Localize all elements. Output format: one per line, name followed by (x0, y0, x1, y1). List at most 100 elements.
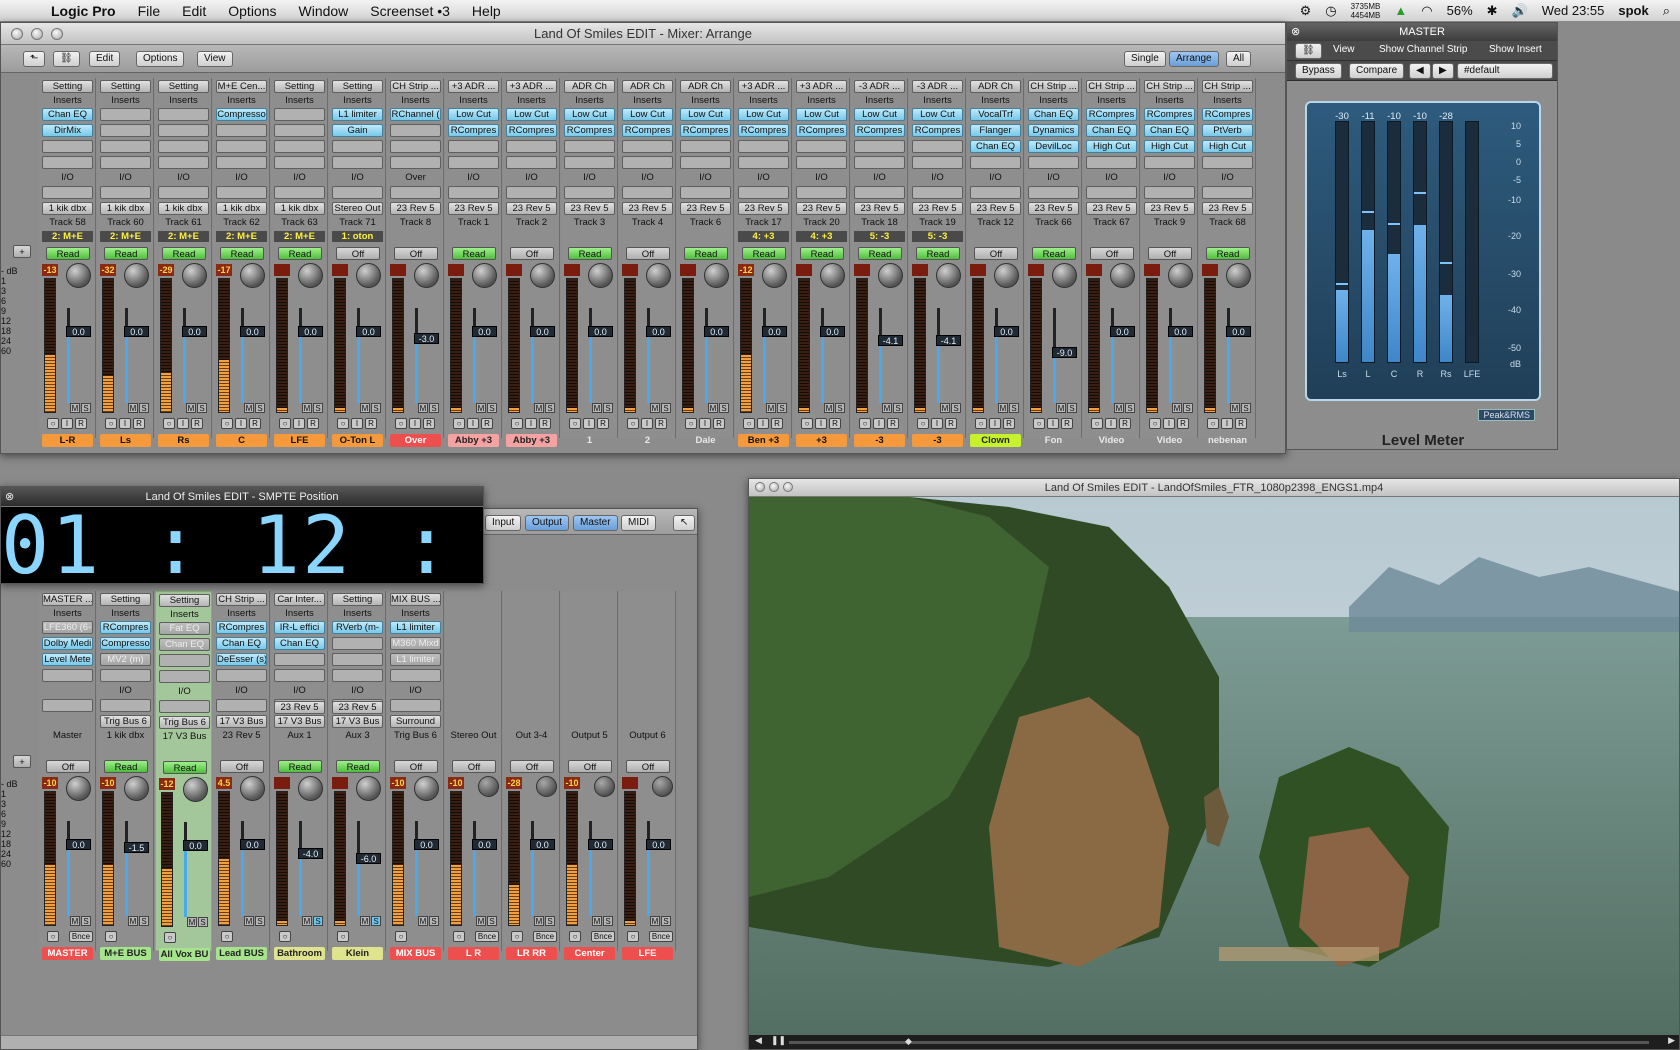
send-slot[interactable]: Trig Bus 6 (159, 716, 210, 729)
send-slot[interactable]: 23 Rev 5 (1144, 202, 1195, 215)
mute-button[interactable]: M (1230, 403, 1240, 413)
record-button[interactable]: R (191, 418, 203, 429)
group-label[interactable]: 4: +3 (796, 231, 847, 242)
pan-knob[interactable] (762, 263, 787, 288)
send-slot[interactable]: Trig Bus 6 (100, 715, 151, 728)
io-slot[interactable] (42, 186, 93, 199)
input-monitor-button[interactable]: ○ (569, 418, 581, 429)
automation-button[interactable]: Read (104, 247, 148, 260)
automation-button[interactable]: Off (336, 247, 380, 260)
peak-indicator[interactable]: -13 (42, 264, 58, 276)
setting-button[interactable]: Setting (274, 80, 325, 93)
mute-button[interactable]: M (592, 916, 602, 926)
insert-slot[interactable]: RVerb (m- (332, 621, 383, 634)
mute-button[interactable]: M (592, 403, 602, 413)
status-icon-1[interactable]: ⚙ (1300, 3, 1312, 19)
record-button[interactable]: R (829, 418, 841, 429)
mute-button[interactable]: M (186, 403, 196, 413)
send-slot[interactable]: 23 Rev 5 (506, 202, 557, 215)
group-label[interactable]: 2: M+E (100, 231, 151, 242)
track-name[interactable]: Abby +3 (448, 434, 499, 447)
volume-readout[interactable]: 0.0 (646, 839, 671, 850)
io-label[interactable]: I/O (503, 172, 560, 183)
record-enable-button[interactable]: I (119, 418, 131, 429)
track-name[interactable]: Klein (332, 947, 383, 960)
solo-button[interactable]: S (429, 403, 439, 413)
record-enable-button[interactable]: I (699, 418, 711, 429)
send-slot[interactable]: 17 V3 Bus (216, 715, 267, 728)
track-name[interactable]: Fon (1028, 434, 1079, 447)
io-slot[interactable] (274, 186, 325, 199)
pointer-tool-icon[interactable]: ↖ (673, 515, 696, 531)
bounce-button[interactable]: Bnce (591, 931, 615, 942)
record-button[interactable]: R (365, 418, 377, 429)
record-button[interactable]: R (655, 418, 667, 429)
video-close-button[interactable] (755, 482, 765, 492)
record-button[interactable]: R (713, 418, 725, 429)
record-enable-button[interactable]: I (641, 418, 653, 429)
automation-button[interactable]: Off (394, 247, 438, 260)
bluetooth-icon[interactable]: ✱ (1487, 3, 1498, 19)
setting-button[interactable]: -3 ADR ... (854, 80, 905, 93)
track-name[interactable]: Center (564, 947, 615, 960)
insert-slot[interactable]: L1 limiter (390, 653, 441, 666)
mute-button[interactable]: M (650, 403, 660, 413)
insert-slot[interactable]: Level Mete (42, 653, 93, 666)
mute-button[interactable]: M (476, 916, 486, 926)
insert-slot-empty[interactable] (506, 156, 557, 169)
setting-button[interactable]: CH Strip ... (216, 593, 267, 606)
video-pause-icon[interactable]: ❚❚ (771, 1035, 786, 1046)
track-name[interactable]: Video (1086, 434, 1137, 447)
io-slot[interactable] (680, 186, 731, 199)
wifi-icon[interactable]: ◠ (1421, 3, 1432, 19)
io-slot[interactable] (390, 699, 441, 712)
solo-button[interactable]: S (719, 403, 729, 413)
setting-button[interactable]: CH Strip ... (1086, 80, 1137, 93)
insert-slot[interactable]: Compresso (216, 108, 267, 121)
send-slot[interactable]: 1 kik dbx (216, 202, 267, 215)
insert-slot[interactable]: Low Cut (680, 108, 731, 121)
record-button[interactable]: R (945, 418, 957, 429)
record-enable-button[interactable]: I (467, 418, 479, 429)
input-monitor-button[interactable]: ○ (1091, 418, 1103, 429)
peak-indicator[interactable]: · (332, 264, 348, 276)
upload-icon[interactable]: ▲ (1394, 3, 1407, 18)
track-name[interactable]: L-R (42, 434, 93, 447)
mute-button[interactable]: M (187, 917, 197, 927)
peak-indicator[interactable]: · (506, 264, 522, 276)
group-label[interactable]: 4: +3 (738, 231, 789, 242)
menu-window[interactable]: Window (288, 3, 360, 19)
automation-button[interactable]: Read (916, 247, 960, 260)
setting-button[interactable]: M+E Cen... (216, 80, 267, 93)
group-label[interactable]: 2: M+E (158, 231, 209, 242)
insert-slot-empty[interactable] (158, 140, 209, 153)
io-slot[interactable] (1202, 186, 1253, 199)
peak-indicator[interactable]: 4.5 (216, 777, 232, 789)
insert-slot-empty[interactable] (216, 140, 267, 153)
track-name[interactable]: LFE (274, 434, 325, 447)
peak-indicator[interactable]: -10 (448, 777, 464, 789)
pan-knob[interactable] (124, 776, 149, 801)
pan-knob[interactable] (66, 263, 91, 288)
solo-button[interactable]: S (661, 916, 671, 926)
solo-button[interactable]: S (313, 403, 323, 413)
record-button[interactable]: R (771, 418, 783, 429)
io-label[interactable]: I/O (619, 172, 676, 183)
volume-readout[interactable]: -1.5 (124, 842, 149, 853)
record-enable-button[interactable]: I (873, 418, 885, 429)
input-monitor-button[interactable]: ○ (163, 418, 175, 429)
insert-slot[interactable]: RCompres (506, 124, 557, 137)
volume-readout[interactable]: 0.0 (124, 326, 149, 337)
io-label[interactable]: I/O (155, 172, 212, 183)
track-name[interactable]: -3 (854, 434, 905, 447)
view-single-button[interactable]: Single (1124, 51, 1166, 67)
pan-knob[interactable] (820, 263, 845, 288)
record-enable-button[interactable]: I (61, 418, 73, 429)
pan-knob[interactable] (536, 776, 557, 797)
track-name[interactable]: +3 (796, 434, 847, 447)
pan-knob[interactable] (240, 263, 265, 288)
insert-slot[interactable]: RCompres (1202, 108, 1253, 121)
solo-button[interactable]: S (893, 403, 903, 413)
menu-options[interactable]: Options (217, 3, 287, 19)
io-label[interactable]: I/O (39, 172, 96, 183)
